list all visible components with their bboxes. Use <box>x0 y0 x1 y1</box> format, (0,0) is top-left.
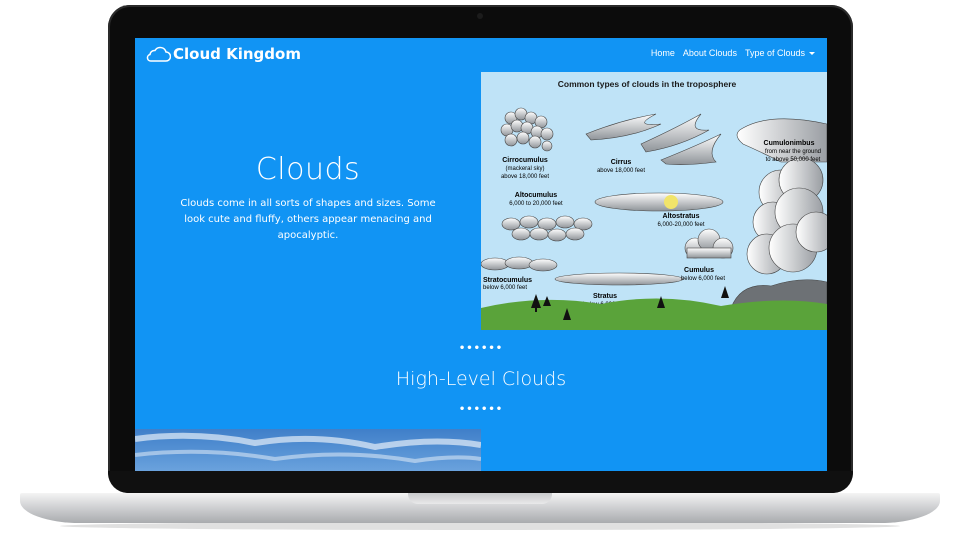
cumulus-label: Cumulus <box>684 267 714 274</box>
webcam-icon <box>477 13 483 19</box>
altocumulus-cloud <box>501 215 593 242</box>
altocumulus-label: Altocumulus <box>515 192 557 199</box>
nav-types-label: Type of Clouds <box>744 48 805 58</box>
cloud-types-diagram: Common types of clouds in the tropospher… <box>481 72 827 330</box>
brand-name: Cloud Kingdom <box>173 45 301 63</box>
section-divider-top: •••••• <box>458 343 504 354</box>
cumulonimbus-label: Cumulonimbus <box>764 140 815 147</box>
altocumulus-alt: 6,000 to 20,000 feet <box>509 201 563 207</box>
brand-link[interactable]: Cloud Kingdom <box>145 45 301 63</box>
cirrus-alt: above 18,000 feet <box>597 168 645 174</box>
section-divider-bottom: •••••• <box>458 404 504 415</box>
cumulonimbus-alt: to above 50,000 feet <box>766 157 821 163</box>
altostratus-alt: 6,000-20,000 feet <box>657 222 704 228</box>
hero-description: Clouds come in all sorts of shapes and s… <box>180 198 436 241</box>
cirrocumulus-note: (mackeral sky) <box>505 166 544 172</box>
navbar: Cloud Kingdom Home About Clouds Type of … <box>135 38 827 72</box>
laptop-notch <box>408 493 552 504</box>
cirrocumulus-label: Cirrocumulus <box>502 157 548 164</box>
nav-home-link[interactable]: Home <box>651 48 675 58</box>
diagram-title: Common types of clouds in the tropospher… <box>558 79 737 89</box>
stratocumulus-label: Stratocumulus <box>483 277 532 284</box>
cumulonimbus-note: from near the ground <box>765 149 821 155</box>
browser-viewport: Cloud Kingdom Home About Clouds Type of … <box>135 38 827 471</box>
cumulus-alt: below 6,000 feet <box>681 276 725 282</box>
altostratus-cloud <box>594 192 724 212</box>
cirrus-label: Cirrus <box>611 159 632 166</box>
stratocumulus-cloud <box>481 256 558 272</box>
sun-icon <box>664 195 678 209</box>
nav-menu: Home About Clouds Type of Clouds <box>651 48 815 58</box>
nav-about-link[interactable]: About Clouds <box>683 48 737 58</box>
section-title: High-Level Clouds <box>395 368 567 390</box>
stratus-cloud <box>554 272 684 286</box>
laptop-chin <box>108 471 853 493</box>
nav-types-dropdown[interactable]: Type of Clouds <box>745 48 815 58</box>
cloud-icon <box>146 46 171 62</box>
altostratus-label: Altostratus <box>663 213 700 220</box>
caret-down-icon <box>809 52 815 56</box>
cirrus-sky-photo <box>135 429 481 471</box>
stratocumulus-alt: below 6,000 feet <box>483 285 527 291</box>
hero-title: Clouds <box>255 152 361 187</box>
cirrocumulus-alt: above 18,000 feet <box>501 174 549 180</box>
stratus-label: Stratus <box>593 293 617 300</box>
laptop-shadow <box>60 522 900 530</box>
